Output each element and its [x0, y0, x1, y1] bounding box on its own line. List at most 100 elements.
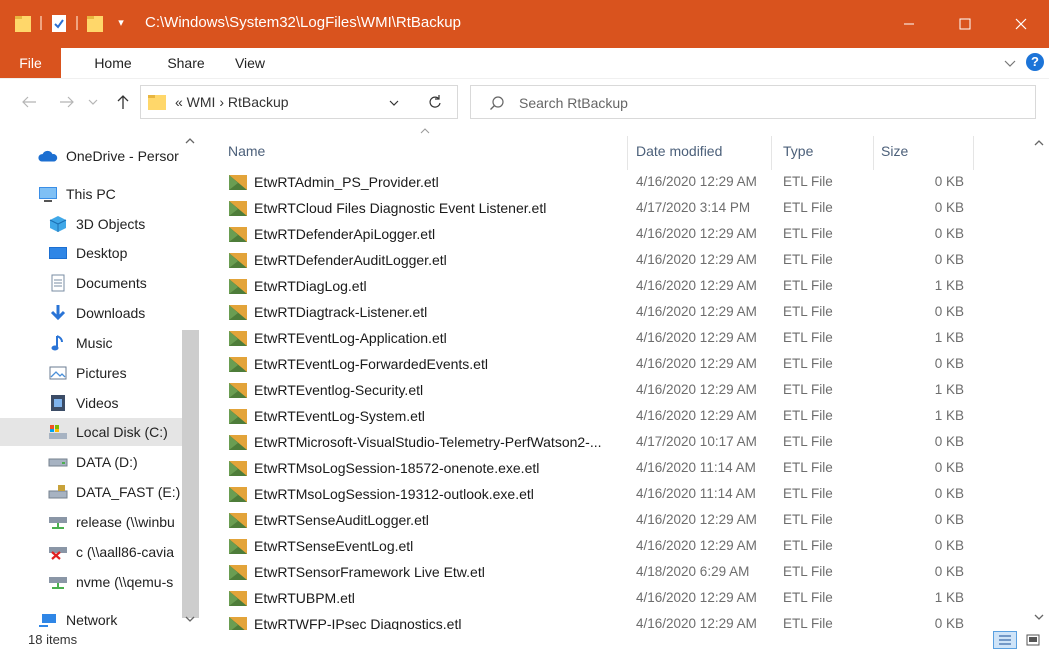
file-row[interactable]: EtwRTMsoLogSession-19312-outlook.exe.etl… — [226, 481, 976, 507]
file-date-modified: 4/16/2020 12:29 AM — [636, 512, 757, 527]
etl-file-icon — [229, 539, 247, 554]
sidebar-scrollbar-thumb[interactable] — [182, 330, 199, 618]
file-size: 1 KB — [934, 382, 964, 397]
forward-button[interactable] — [56, 91, 78, 113]
sidebar-item-data-fast-e[interactable]: DATA_FAST (E:) — [0, 478, 182, 506]
ribbon: File Home Share View ? — [0, 48, 1049, 78]
sidebar-item-music[interactable]: Music — [0, 329, 182, 357]
file-row[interactable]: EtwRTWFP-IPsec Diagnostics.etl 4/16/2020 … — [226, 611, 976, 630]
file-size: 0 KB — [934, 616, 964, 630]
tab-file[interactable]: File — [0, 48, 61, 78]
chevron-down-icon[interactable] — [387, 96, 401, 110]
scroll-down-icon[interactable] — [1033, 612, 1045, 622]
file-type: ETL File — [783, 200, 833, 215]
file-row[interactable]: EtwRTAdmin_PS_Provider.etl 4/16/2020 12:2… — [226, 169, 976, 195]
file-date-modified: 4/16/2020 12:29 AM — [636, 304, 757, 319]
file-name: EtwRTDefenderAuditLogger.etl — [254, 252, 447, 268]
tab-view[interactable]: View — [228, 48, 272, 78]
file-row[interactable]: EtwRTSenseAuditLogger.etl 4/16/2020 12:29… — [226, 507, 976, 533]
properties-icon[interactable] — [50, 13, 68, 35]
file-row[interactable]: EtwRTEventlog-Security.etl 4/16/2020 12:2… — [226, 377, 976, 403]
large-icons-view-button[interactable] — [1021, 631, 1045, 649]
file-row[interactable]: EtwRTSensorFramework Live Etw.etl 4/18/20… — [226, 559, 976, 585]
search-box[interactable] — [470, 85, 1036, 119]
details-view-button[interactable] — [993, 631, 1017, 649]
file-type: ETL File — [783, 252, 833, 267]
help-icon[interactable]: ? — [1026, 53, 1044, 71]
file-row[interactable]: EtwRTDefenderAuditLogger.etl 4/16/2020 12… — [226, 247, 976, 273]
close-button[interactable] — [998, 0, 1044, 48]
sidebar-item-downloads[interactable]: Downloads — [0, 299, 182, 327]
minimize-button[interactable] — [886, 0, 932, 48]
file-row[interactable]: EtwRTCloud Files Diagnostic Event Listen… — [226, 195, 976, 221]
sidebar-item-documents[interactable]: Documents — [0, 269, 182, 297]
sidebar-item-label: Desktop — [76, 245, 128, 261]
file-name: EtwRTEventLog-ForwardedEvents.etl — [254, 356, 488, 372]
address-bar[interactable]: « WMI › RtBackup — [140, 85, 458, 119]
tab-share[interactable]: Share — [160, 48, 212, 78]
column-header-type[interactable]: Type — [776, 132, 872, 170]
scroll-up-icon[interactable] — [1033, 138, 1045, 148]
column-divider[interactable] — [973, 136, 974, 170]
file-row[interactable]: EtwRTMsoLogSession-18572-onenote.exe.etl… — [226, 455, 976, 481]
refresh-icon[interactable] — [427, 94, 443, 110]
file-row[interactable]: EtwRTDiagtrack-Listener.etl 4/16/2020 12:… — [226, 299, 976, 325]
scroll-up-icon[interactable] — [184, 136, 196, 146]
file-name: EtwRTDefenderApiLogger.etl — [254, 226, 436, 242]
file-type: ETL File — [783, 304, 833, 319]
file-row[interactable]: EtwRTEventLog-Application.etl 4/16/2020 1… — [226, 325, 976, 351]
sidebar-item-release[interactable]: release (\\winbu — [0, 508, 182, 536]
sidebar-item-c-network[interactable]: c (\\aall86-cavia — [0, 538, 182, 566]
expand-ribbon-icon[interactable] — [1003, 56, 1017, 70]
address-path[interactable]: « WMI › RtBackup — [175, 94, 289, 110]
etl-file-icon — [229, 279, 247, 294]
folder-icon[interactable] — [14, 13, 32, 35]
maximize-button[interactable] — [942, 0, 988, 48]
sidebar-item-nvme[interactable]: nvme (\\qemu-s — [0, 568, 182, 596]
drive-locked-icon — [48, 482, 68, 502]
sidebar-item-videos[interactable]: Videos — [0, 389, 182, 417]
window-title: C:\Windows\System32\LogFiles\WMI\RtBacku… — [145, 14, 461, 31]
sidebar-item-local-disk[interactable]: Local Disk (C:) — [0, 418, 182, 446]
file-row[interactable]: EtwRTDiagLog.etl 4/16/2020 12:29 AM ETL Fi… — [226, 273, 976, 299]
file-date-modified: 4/16/2020 12:29 AM — [636, 382, 757, 397]
sidebar-item-desktop[interactable]: Desktop — [0, 239, 182, 267]
sidebar-item-onedrive[interactable]: OneDrive - Persor — [0, 142, 182, 170]
file-size: 0 KB — [934, 434, 964, 449]
new-folder-icon[interactable] — [86, 13, 104, 35]
file-row[interactable]: EtwRTMicrosoft-VisualStudio-Telemetry-Pe… — [226, 429, 976, 455]
sidebar-item-pictures[interactable]: Pictures — [0, 359, 182, 387]
sidebar-item-this-pc[interactable]: This PC — [0, 180, 182, 208]
sidebar-item-data-d[interactable]: DATA (D:) — [0, 448, 182, 476]
column-divider[interactable] — [627, 136, 628, 170]
scroll-down-icon[interactable] — [184, 614, 196, 624]
file-row[interactable]: EtwRTSenseEventLog.etl 4/16/2020 12:29 AM… — [226, 533, 976, 559]
chevron-down-icon — [88, 99, 98, 105]
column-header-size[interactable]: Size — [874, 132, 972, 170]
recent-locations-button[interactable] — [86, 91, 100, 113]
sidebar-item-label: Documents — [76, 275, 147, 291]
pictures-icon — [48, 363, 68, 383]
file-type: ETL File — [783, 330, 833, 345]
column-header-date[interactable]: Date modified — [629, 132, 770, 170]
downloads-icon — [48, 303, 68, 323]
file-list-scrollbar[interactable] — [1029, 126, 1049, 630]
file-row[interactable]: EtwRTUBPM.etl 4/16/2020 12:29 AM ETL File 1… — [226, 585, 976, 611]
customize-quick-access-icon[interactable]: ▾ — [114, 14, 128, 32]
file-row[interactable]: EtwRTEventLog-ForwardedEvents.etl 4/16/20… — [226, 351, 976, 377]
sidebar-item-label: Downloads — [76, 305, 146, 321]
column-header-name[interactable]: Name — [221, 132, 626, 170]
back-button[interactable] — [18, 91, 40, 113]
file-type: ETL File — [783, 174, 833, 189]
column-divider[interactable] — [771, 136, 772, 170]
file-size: 0 KB — [934, 460, 964, 475]
file-row[interactable]: EtwRTDefenderApiLogger.etl 4/16/2020 12:2… — [226, 221, 976, 247]
file-date-modified: 4/16/2020 12:29 AM — [636, 538, 757, 553]
sidebar-item-network[interactable]: Network — [0, 606, 182, 630]
file-row[interactable]: EtwRTEventLog-System.etl 4/16/2020 12:29 … — [226, 403, 976, 429]
up-button[interactable] — [112, 91, 134, 113]
search-input[interactable] — [519, 93, 999, 113]
tab-home[interactable]: Home — [84, 48, 142, 78]
sidebar-item-label: Videos — [76, 395, 119, 411]
sidebar-item-3d-objects[interactable]: 3D Objects — [0, 210, 182, 238]
